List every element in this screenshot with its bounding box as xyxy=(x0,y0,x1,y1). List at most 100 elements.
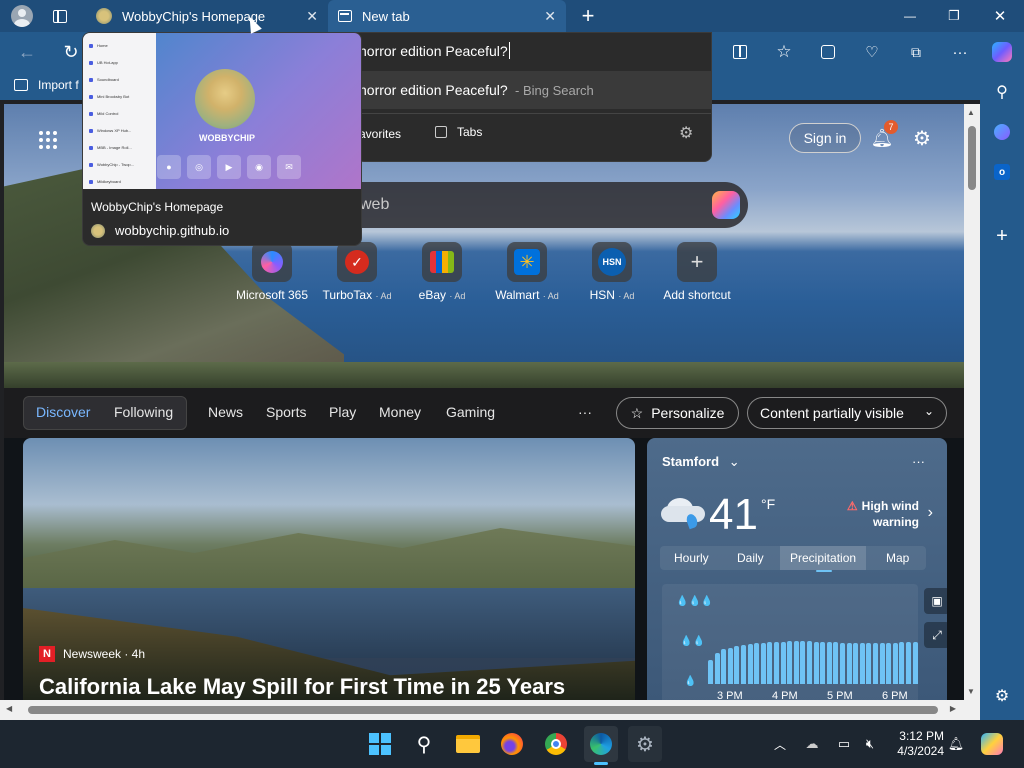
shortcut-walmart[interactable]: ✳ Walmart · Ad xyxy=(482,242,572,302)
tab-money[interactable]: Money xyxy=(379,404,421,420)
news-card[interactable]: N Newsweek · 4h California Lake May Spil… xyxy=(23,438,635,704)
refresh-button[interactable]: ↻ xyxy=(58,40,84,64)
precipitation-bar xyxy=(708,659,713,684)
close-tab-icon[interactable]: ✕ xyxy=(544,8,556,25)
shortcut-ebay[interactable]: eBay · Ad xyxy=(397,242,487,302)
extensions-button[interactable]: ⧉ xyxy=(904,40,928,64)
sign-in-button[interactable]: Sign in xyxy=(789,123,861,153)
scroll-right-arrow-icon[interactable]: ▶ xyxy=(950,704,956,713)
split-screen-button[interactable] xyxy=(728,40,752,64)
display-icon[interactable]: ▭ xyxy=(834,734,854,754)
personalize-button[interactable]: ☆ Personalize xyxy=(616,397,739,429)
close-tab-icon[interactable]: ✕ xyxy=(306,8,318,25)
preview-menu-label: Home xyxy=(97,43,108,48)
firefox-icon xyxy=(501,733,523,755)
settings-more-button[interactable]: ··· xyxy=(948,40,972,64)
site-name: WOBBYCHIP xyxy=(199,133,255,143)
import-favorites-link[interactable]: Import f xyxy=(14,78,79,92)
precipitation-bar xyxy=(859,643,865,684)
preview-menu-label: Windows XP Hub... xyxy=(97,128,132,133)
preview-menu-item: Home xyxy=(83,37,156,54)
page-settings-button[interactable]: ⚙ xyxy=(908,124,936,152)
clock-time: 3:12 PM xyxy=(899,729,944,743)
browser-essentials-button[interactable]: ♡ xyxy=(860,40,884,64)
collections-button[interactable] xyxy=(816,40,840,64)
suggestion-row[interactable]: horror edition Peaceful? - Bing Search xyxy=(357,71,711,109)
search-box[interactable]: web xyxy=(334,182,748,228)
preview-menu-label: MBB - Image Roll... xyxy=(97,145,132,150)
copilot-button[interactable] xyxy=(988,38,1016,66)
vertical-scrollbar[interactable]: ▲ ▼ xyxy=(964,104,980,700)
weather-tab-hourly[interactable]: Hourly xyxy=(674,551,709,565)
clock[interactable]: 3:12 PM 4/3/2024 xyxy=(888,729,944,759)
show-hidden-icons-button[interactable]: ︿ xyxy=(770,734,790,754)
weather-alert[interactable]: ⚠ High wind warning xyxy=(847,498,919,530)
weather-card[interactable]: Stamford ⌄ ··· 41 °F ⚠ High wind warning … xyxy=(647,438,947,704)
image-view-button[interactable]: ▣ xyxy=(924,588,947,614)
taskbar-edge[interactable] xyxy=(584,726,618,762)
more-tabs-button[interactable]: ··· xyxy=(578,404,592,420)
sidebar-outlook-button[interactable]: o xyxy=(990,160,1014,184)
favorites-button[interactable]: ☆ xyxy=(772,40,796,64)
new-tab-button[interactable]: + xyxy=(576,2,600,30)
tabs-icon xyxy=(435,126,447,138)
weather-tab-map[interactable]: Map xyxy=(886,551,909,565)
tab-news[interactable]: News xyxy=(208,404,243,420)
address-input[interactable]: horror edition Peaceful? xyxy=(357,33,711,69)
sidebar-add-button[interactable]: + xyxy=(990,224,1014,248)
close-window-button[interactable]: ✕ xyxy=(986,4,1014,28)
taskbar-firefox[interactable] xyxy=(498,730,526,758)
notifications-bell-button[interactable]: 🔔︎ xyxy=(946,734,966,754)
tab-following[interactable]: Following xyxy=(114,404,173,420)
weather-more-button[interactable]: ··· xyxy=(912,454,925,469)
apps-launcher-button[interactable] xyxy=(34,126,62,154)
network-status-icon[interactable]: ☁ xyxy=(802,734,822,754)
tab-play[interactable]: Play xyxy=(329,404,356,420)
taskbar-chrome[interactable] xyxy=(542,730,570,758)
tab-actions-button[interactable] xyxy=(48,6,72,26)
microsoft-365-icon xyxy=(261,251,283,273)
sidebar-copilot-button[interactable] xyxy=(990,120,1014,144)
suggestion-settings-icon[interactable]: ⚙ xyxy=(679,123,693,143)
shortcut-hsn[interactable]: HSN HSN · Ad xyxy=(567,242,657,302)
weather-location[interactable]: Stamford ⌄ xyxy=(662,454,740,470)
tab-gaming[interactable]: Gaming xyxy=(446,404,495,420)
restore-button[interactable]: ❐ xyxy=(940,4,968,28)
scroll-left-arrow-icon[interactable]: ◀ xyxy=(6,704,12,713)
minimize-button[interactable]: — xyxy=(896,4,924,28)
volume-muted-icon[interactable]: 🔇︎ xyxy=(860,734,880,754)
shortcut-microsoft-365[interactable]: Microsoft 365 xyxy=(227,242,317,302)
copilot-pre-button[interactable] xyxy=(978,730,1006,758)
tab-sports[interactable]: Sports xyxy=(266,404,306,420)
content-visibility-dropdown[interactable]: Content partially visible ⌄ xyxy=(747,397,947,429)
notifications-button[interactable]: 🔔︎ 7 xyxy=(868,120,898,152)
tabs-filter[interactable]: Tabs xyxy=(435,125,482,139)
scroll-up-arrow-icon[interactable]: ▲ xyxy=(967,108,975,117)
taskbar-settings[interactable]: ⚙ xyxy=(628,726,662,762)
taskbar-file-explorer[interactable] xyxy=(454,730,482,758)
back-button[interactable]: ← xyxy=(14,40,40,64)
tab-new-tab[interactable]: New tab ✕ xyxy=(328,0,566,32)
start-button[interactable] xyxy=(366,730,394,758)
sidebar-settings-button[interactable]: ⚙ xyxy=(990,684,1014,708)
news-headline[interactable]: California Lake May Spill for First Time… xyxy=(39,674,565,700)
sidebar-search-button[interactable]: ⚲ xyxy=(990,80,1014,104)
profile-avatar[interactable] xyxy=(8,4,36,28)
expand-icon: ⤢ xyxy=(932,627,942,642)
horizontal-scrollbar[interactable]: ◀ ▶ xyxy=(0,700,980,720)
chevron-right-icon[interactable]: › xyxy=(928,504,933,522)
weather-tab-daily[interactable]: Daily xyxy=(737,551,764,565)
expand-button[interactable]: ⤢ xyxy=(924,622,947,648)
add-shortcut-button[interactable]: + Add shortcut xyxy=(652,242,742,302)
copilot-search-icon[interactable] xyxy=(712,191,740,219)
scroll-thumb[interactable] xyxy=(968,126,976,190)
tab-wobbychip[interactable]: WobbyChip's Homepage ✕ xyxy=(86,0,328,32)
scroll-thumb[interactable] xyxy=(28,706,938,714)
weather-tab-precipitation[interactable]: Precipitation xyxy=(780,546,867,570)
favorites-filter[interactable]: avorites xyxy=(359,127,401,141)
taskbar-search-button[interactable]: ⚲ xyxy=(410,730,438,758)
shortcut-turbotax[interactable]: ✓ TurboTax · Ad xyxy=(312,242,402,302)
suggestion-divider xyxy=(357,113,711,114)
scroll-down-arrow-icon[interactable]: ▼ xyxy=(967,687,975,696)
tab-discover[interactable]: Discover xyxy=(36,404,90,420)
